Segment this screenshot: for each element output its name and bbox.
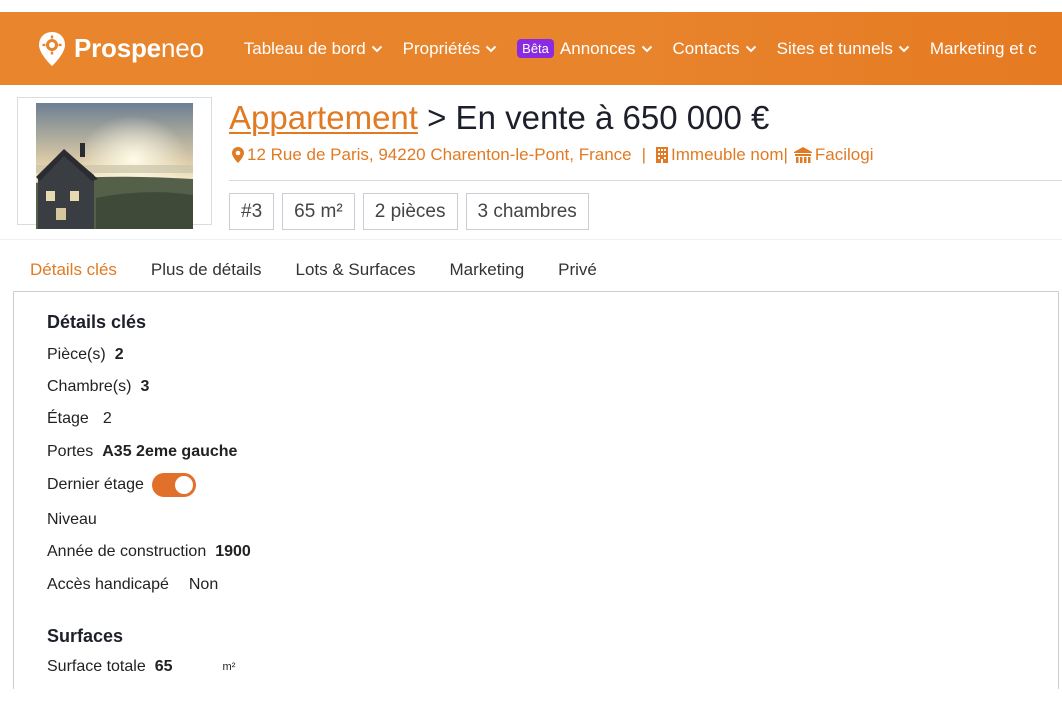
detail-value: 1900 [215, 543, 251, 560]
tab-details-cles[interactable]: Détails clés [13, 240, 134, 293]
property-photo [36, 103, 193, 229]
surface-value: 65 [154, 658, 173, 675]
detail-value: 2 [114, 346, 124, 363]
brand-logo[interactable]: Prospeneo [38, 31, 204, 67]
map-marker-icon [232, 147, 244, 163]
tabs-bar: Détails clés Plus de détails Lots & Surf… [0, 239, 1062, 293]
detail-row-dernier-etage: Dernier étage [47, 473, 196, 497]
detail-row-annee-construction: Année de construction 1900 [47, 543, 251, 561]
nav-item-contacts[interactable]: Contacts [673, 39, 757, 59]
tag-surface: 65 m² [282, 193, 355, 230]
property-title-rest: > En vente à 650 000 € [417, 99, 770, 136]
top-navbar: Prospeneo Tableau de bord Propriétés Bêt… [0, 12, 1062, 85]
header-divider [229, 180, 1062, 181]
property-title: Appartement > En vente à 650 000 € [229, 99, 769, 137]
nav-item-label: Sites et tunnels [776, 38, 893, 58]
chevron-down-icon [485, 45, 497, 52]
address-text[interactable]: 12 Rue de Paris, 94220 Charenton-le-Pont… [247, 145, 632, 165]
detail-label: Pièce(s) [47, 346, 106, 363]
section-title-details: Détails clés [47, 312, 147, 332]
detail-row-portes: Portes A35 2eme gauche [47, 443, 237, 461]
surface-unit: m² [222, 661, 236, 673]
detail-label: Portes [47, 443, 94, 460]
page-top-strip [0, 0, 1062, 12]
detail-label: Niveau [47, 511, 97, 528]
nav-item-marketing[interactable]: Marketing et c [930, 39, 1037, 59]
detail-value: 3 [140, 378, 150, 395]
nav-item-label: Propriétés [402, 38, 481, 58]
detail-label: Année de construction [47, 543, 207, 560]
detail-row-pieces: Pièce(s) 2 [47, 346, 124, 364]
detail-label: Étage [47, 410, 89, 427]
separator: | [641, 145, 647, 164]
nav-item-label: Marketing et c [929, 38, 1037, 58]
tab-lots-surfaces[interactable]: Lots & Surfaces [279, 240, 433, 293]
chevron-down-icon [745, 45, 756, 52]
nav-item-tableau-de-bord[interactable]: Tableau de bord [244, 39, 383, 59]
detail-row-niveau: Niveau [47, 511, 106, 529]
tag-bedrooms: 3 chambres [465, 193, 589, 230]
property-thumbnail[interactable] [17, 97, 212, 229]
section-title-surfaces: Surfaces [47, 626, 124, 646]
tab-marketing[interactable]: Marketing [433, 240, 542, 293]
tag-rooms: 2 pièces [362, 193, 458, 230]
tab-panel-border [13, 291, 1059, 292]
building-name[interactable]: Immeuble nom| [671, 145, 788, 165]
property-type-link[interactable]: Appartement [229, 99, 418, 136]
detail-row-acces-handicape: Accès handicapé Non [47, 576, 218, 594]
detail-label: Dernier étage [47, 476, 144, 493]
nav-item-label: Tableau de bord [243, 38, 366, 58]
building-icon [656, 147, 669, 163]
surface-label: Surface totale [47, 658, 146, 675]
nav-item-proprietes[interactable]: Propriétés [403, 39, 497, 59]
detail-value: Non [188, 576, 219, 593]
tab-plus-de-details[interactable]: Plus de détails [134, 240, 279, 293]
surface-row-totale: Surface totale 65 m² [47, 658, 235, 676]
detail-value: 2 [102, 410, 112, 427]
detail-row-etage: Étage 2 [47, 410, 112, 428]
detail-row-chambres: Chambre(s) 3 [47, 378, 149, 396]
chevron-down-icon [641, 45, 652, 52]
nav-item-annonces[interactable]: Bêta Annonces [517, 39, 652, 59]
address-line: 12 Rue de Paris, 94220 Charenton-le-Pont… [232, 145, 874, 165]
detail-label: Chambre(s) [47, 378, 132, 395]
detail-value: A35 2eme gauche [102, 443, 238, 460]
nav-item-label: Contacts [672, 38, 740, 58]
facilogi-icon [793, 147, 812, 163]
beta-badge: Bêta [517, 39, 554, 58]
facilogi-link[interactable]: Facilogi [815, 145, 874, 165]
nav-item-label: Annonces [559, 38, 636, 58]
tab-prive[interactable]: Privé [541, 240, 614, 293]
logo-pin-icon [38, 31, 66, 67]
toggle-knob [174, 476, 193, 494]
nav-item-sites-et-tunnels[interactable]: Sites et tunnels [777, 39, 910, 59]
property-tags: #3 65 m² 2 pièces 3 chambres [229, 193, 597, 230]
property-header: Appartement > En vente à 650 000 € 12 Ru… [0, 85, 1062, 239]
dernier-etage-toggle[interactable] [151, 473, 196, 497]
tag-reference: #3 [229, 193, 275, 230]
detail-label: Accès handicapé [47, 576, 169, 593]
brand-name: Prospeneo [74, 33, 204, 63]
chevron-down-icon [898, 45, 910, 52]
chevron-down-icon [371, 45, 382, 52]
